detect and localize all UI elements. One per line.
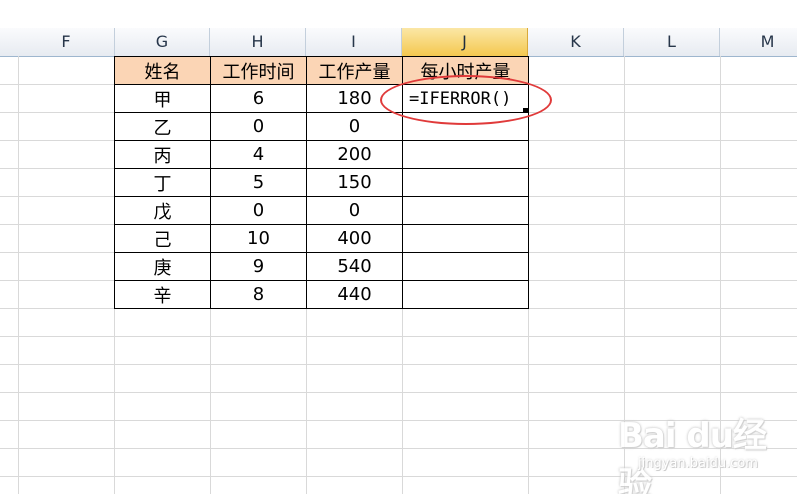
cell-work-time[interactable]: 6 <box>210 84 307 113</box>
header-cell-output[interactable]: 工作产量 <box>306 56 403 85</box>
watermark-url: jingyan.baidu.com <box>638 456 758 471</box>
cell-name[interactable]: 辛 <box>114 280 211 309</box>
cell-hourly-output[interactable] <box>402 252 529 281</box>
table-row: 乙 0 0 <box>114 112 529 141</box>
cell-name[interactable]: 戊 <box>114 196 211 225</box>
column-header-j[interactable]: J <box>402 28 528 56</box>
table-row: 丁 5 150 <box>114 168 529 197</box>
gridline <box>0 392 797 393</box>
column-header-h[interactable]: H <box>210 28 306 56</box>
column-header-i[interactable]: I <box>306 28 402 56</box>
table-row: 戊 0 0 <box>114 196 529 225</box>
header-cell-work-time[interactable]: 工作时间 <box>210 56 307 85</box>
cell-output[interactable]: 200 <box>306 140 403 169</box>
cell-output[interactable]: 150 <box>306 168 403 197</box>
table-row: 辛 8 440 <box>114 280 529 309</box>
cell-name[interactable]: 己 <box>114 224 211 253</box>
cell-name[interactable]: 丙 <box>114 140 211 169</box>
cell-work-time[interactable]: 9 <box>210 252 307 281</box>
spreadsheet-sheet: F G H I J K L M 姓名 工作时间 工作产量 每小时产量 甲 6 1… <box>0 0 797 494</box>
cell-work-time[interactable]: 0 <box>210 112 307 141</box>
column-header-k[interactable]: K <box>528 28 624 56</box>
cell-hourly-output[interactable] <box>402 224 529 253</box>
header-cell-name[interactable]: 姓名 <box>114 56 211 85</box>
cell-hourly-output[interactable] <box>402 280 529 309</box>
cell-output[interactable]: 180 <box>306 84 403 113</box>
column-header-row: F G H I J K L M <box>0 28 797 57</box>
cell-work-time[interactable]: 8 <box>210 280 307 309</box>
table-row: 庚 9 540 <box>114 252 529 281</box>
data-table: 姓名 工作时间 工作产量 每小时产量 甲 6 180 =IFERROR() 乙 … <box>114 56 529 309</box>
cell-name[interactable]: 庚 <box>114 252 211 281</box>
cell-hourly-output[interactable] <box>402 140 529 169</box>
baidu-jingyan-watermark: Bai du经验 jingyan.baidu.com <box>598 402 768 494</box>
table-row: 己 10 400 <box>114 224 529 253</box>
table-row: 丙 4 200 <box>114 140 529 169</box>
column-header-f[interactable]: F <box>18 28 115 56</box>
cell-work-time[interactable]: 0 <box>210 196 307 225</box>
cell-hourly-output[interactable] <box>402 112 529 141</box>
cell-output[interactable]: 440 <box>306 280 403 309</box>
cell-hourly-output[interactable] <box>402 196 529 225</box>
active-cell-formula[interactable]: =IFERROR() <box>402 84 529 113</box>
cell-hourly-output[interactable] <box>402 168 529 197</box>
gridline <box>0 364 797 365</box>
header-cell-hourly-output[interactable]: 每小时产量 <box>402 56 529 85</box>
cell-output[interactable]: 0 <box>306 112 403 141</box>
gridline <box>18 56 19 494</box>
watermark-logo: Bai du经验 <box>618 416 767 494</box>
gridline <box>0 336 797 337</box>
cell-name[interactable]: 丁 <box>114 168 211 197</box>
column-header-g[interactable]: G <box>115 28 210 56</box>
column-header-m[interactable]: M <box>720 28 797 56</box>
cell-work-time[interactable]: 5 <box>210 168 307 197</box>
cell-name[interactable]: 甲 <box>114 84 211 113</box>
cell-output[interactable]: 400 <box>306 224 403 253</box>
column-header-l[interactable]: L <box>624 28 720 56</box>
fill-handle[interactable] <box>523 108 528 113</box>
cell-work-time[interactable]: 10 <box>210 224 307 253</box>
cell-output[interactable]: 0 <box>306 196 403 225</box>
table-row: 甲 6 180 =IFERROR() <box>114 84 529 113</box>
cell-output[interactable]: 540 <box>306 252 403 281</box>
cell-work-time[interactable]: 4 <box>210 140 307 169</box>
table-header-row: 姓名 工作时间 工作产量 每小时产量 <box>114 56 529 85</box>
cell-name[interactable]: 乙 <box>114 112 211 141</box>
